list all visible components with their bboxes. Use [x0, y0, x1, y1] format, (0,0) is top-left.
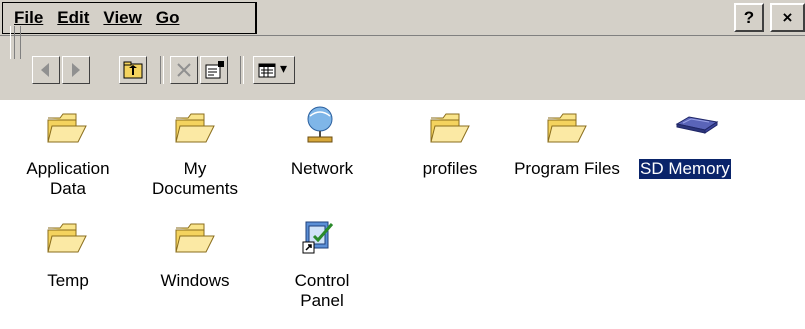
item-label: My: [183, 159, 207, 178]
folder-icon: [174, 220, 215, 260]
list-item-temp[interactable]: Temp: [16, 210, 120, 320]
storage-card-icon: [675, 114, 719, 154]
item-label: Application: [26, 159, 110, 178]
list-item-control-panel[interactable]: Control Panel: [272, 210, 372, 320]
menu-file[interactable]: File: [3, 8, 43, 28]
toolbar-separator: [240, 56, 244, 84]
folder-icon: [46, 110, 87, 150]
toolbar-separator: [160, 56, 164, 84]
menu-view[interactable]: View: [92, 8, 141, 28]
network-icon: [300, 104, 340, 144]
list-item-my-documents[interactable]: My Documents: [143, 100, 247, 210]
folder-icon: [174, 110, 215, 150]
toolbar: ▾: [0, 26, 805, 100]
item-label: Panel: [300, 291, 344, 310]
menu-group: File Edit View Go: [2, 2, 257, 34]
list-item-program-files[interactable]: Program Files: [508, 100, 626, 210]
close-button[interactable]: ×: [770, 3, 805, 32]
list-item-profiles[interactable]: profiles: [400, 100, 500, 210]
item-label: Data: [50, 179, 86, 198]
list-item-windows[interactable]: Windows: [143, 210, 247, 320]
chevron-down-icon: ▾: [280, 60, 288, 76]
list-item-network[interactable]: Network: [272, 100, 372, 210]
views-button[interactable]: ▾: [253, 56, 295, 84]
item-label: Documents: [152, 179, 238, 198]
menu-go[interactable]: Go: [145, 8, 180, 28]
item-label: Windows: [160, 271, 230, 290]
item-label-selected: SD Memory: [639, 159, 731, 179]
menu-edit[interactable]: Edit: [46, 8, 89, 28]
list-item-application-data[interactable]: Application Data: [16, 100, 120, 210]
up-folder-button[interactable]: [119, 56, 147, 84]
item-label: Program Files: [514, 159, 620, 178]
file-list-view[interactable]: Application Data My Documents Network pr…: [0, 100, 805, 329]
help-button[interactable]: ?: [734, 3, 764, 32]
folder-icon: [46, 220, 87, 260]
toolbar-grip[interactable]: [10, 26, 21, 59]
folder-icon: [546, 110, 587, 150]
delete-button[interactable]: [170, 56, 198, 84]
back-button[interactable]: [32, 56, 60, 84]
list-item-sd-memory[interactable]: SD Memory: [637, 100, 753, 210]
properties-button[interactable]: [200, 56, 228, 84]
menu-bar: File Edit View Go ? ×: [0, 0, 805, 36]
item-label: Control: [294, 271, 350, 290]
item-label: Network: [290, 159, 354, 178]
forward-button[interactable]: [62, 56, 90, 84]
item-label: profiles: [422, 159, 478, 178]
folder-icon: [429, 110, 470, 150]
item-label: Temp: [47, 271, 89, 290]
control-panel-shortcut-icon: [302, 218, 342, 258]
